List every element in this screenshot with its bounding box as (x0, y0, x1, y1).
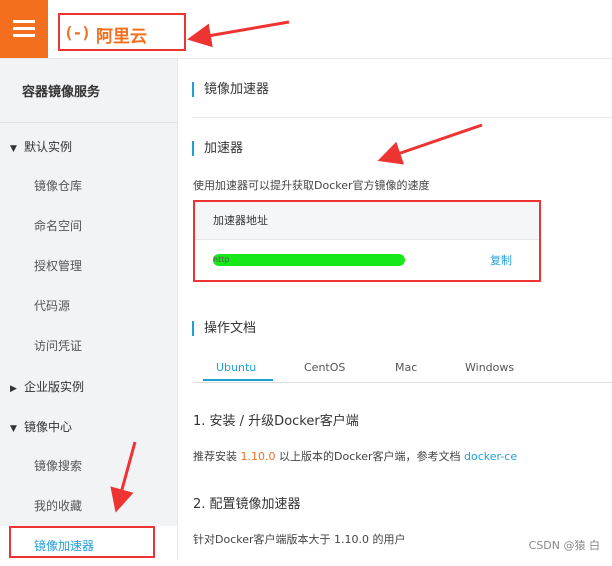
sidebar-divider (0, 122, 177, 123)
page-title: 镜像加速器 (192, 82, 269, 97)
sidebar-item-code-source[interactable]: 代码源 (0, 286, 177, 326)
docker-ce-link[interactable]: docker-ce (464, 450, 517, 463)
step-1-text: 推荐安装 1.10.0 以上版本的Docker客户端，参考文档 docker-c… (193, 448, 517, 464)
sidebar-item-access-credential[interactable]: 访问凭证 (0, 326, 177, 366)
sidebar-item-image-search[interactable]: 镜像搜索 (0, 446, 177, 486)
main-content: 镜像加速器 加速器 使用加速器可以提升获取Docker官方镜像的速度 加速器地址… (178, 59, 612, 560)
tab-mac[interactable]: Mac (395, 361, 417, 374)
accelerator-address-header: 加速器地址 (195, 202, 539, 240)
caret-right-icon: ▶ (10, 384, 17, 394)
accelerator-section-title: 加速器 (192, 141, 243, 156)
tab-centos[interactable]: CentOS (304, 361, 345, 374)
sidebar-item-favorites[interactable]: 我的收藏 (0, 486, 177, 526)
watermark: CSDN @猿 白 (528, 539, 600, 552)
accelerator-address-value[interactable]: http (213, 254, 405, 266)
sidebar-title: 容器镜像服务 (22, 85, 101, 100)
sidebar-group-default-instance[interactable]: ▼ 默认实例 (10, 138, 72, 155)
tab-windows[interactable]: Windows (465, 361, 514, 374)
sidebar-item-image-repo[interactable]: 镜像仓库 (0, 166, 177, 206)
sidebar-group-label: 企业版实例 (24, 380, 85, 394)
step-1-text-a: 推荐安装 (193, 450, 241, 463)
copy-link[interactable]: 复制 (490, 252, 512, 268)
os-tabs: Ubuntu CentOS Mac Windows (193, 356, 612, 383)
divider (192, 117, 612, 118)
docs-section-title: 操作文档 (192, 321, 256, 336)
sidebar-item-namespace[interactable]: 命名空间 (0, 206, 177, 246)
recommended-version: 1.10.0 (240, 450, 276, 463)
top-bar: (-) 阿里云 (0, 0, 612, 59)
caret-down-icon: ▼ (10, 424, 17, 434)
sidebar-group-image-center[interactable]: ▼ 镜像中心 (10, 418, 72, 435)
annotation-highlight-box (9, 526, 155, 558)
logo-text: 阿里云 (96, 27, 147, 47)
sidebar-group-enterprise-instance[interactable]: ▶ 企业版实例 (10, 378, 84, 395)
accelerator-description: 使用加速器可以提升获取Docker官方镜像的速度 (193, 179, 430, 192)
step-2-text: 针对Docker客户端版本大于 1.10.0 的用户 (193, 533, 406, 546)
sidebar: 容器镜像服务 ▼ 默认实例 镜像仓库 命名空间 授权管理 代码源 访问凭证 ▶ 企业… (0, 59, 178, 566)
hamburger-menu-icon[interactable] (0, 0, 48, 58)
tab-ubuntu[interactable]: Ubuntu (216, 361, 256, 374)
sidebar-item-authorization[interactable]: 授权管理 (0, 246, 177, 286)
sidebar-group-label: 默认实例 (24, 140, 73, 154)
accelerator-address-text: http (213, 255, 230, 264)
step-2-title: 2. 配置镜像加速器 (193, 497, 301, 512)
accelerator-address-panel: 加速器地址 http 复制 (193, 200, 541, 282)
caret-down-icon: ▼ (10, 144, 17, 154)
aliyun-logo-icon: (-) (64, 23, 91, 42)
step-1-title: 1. 安装 / 升级Docker客户端 (193, 414, 359, 429)
sidebar-group-label: 镜像中心 (24, 420, 73, 434)
step-1-text-b: 以上版本的Docker客户端，参考文档 (275, 450, 465, 463)
aliyun-logo[interactable]: (-) 阿里云 (58, 13, 186, 51)
active-tab-indicator (203, 379, 273, 381)
